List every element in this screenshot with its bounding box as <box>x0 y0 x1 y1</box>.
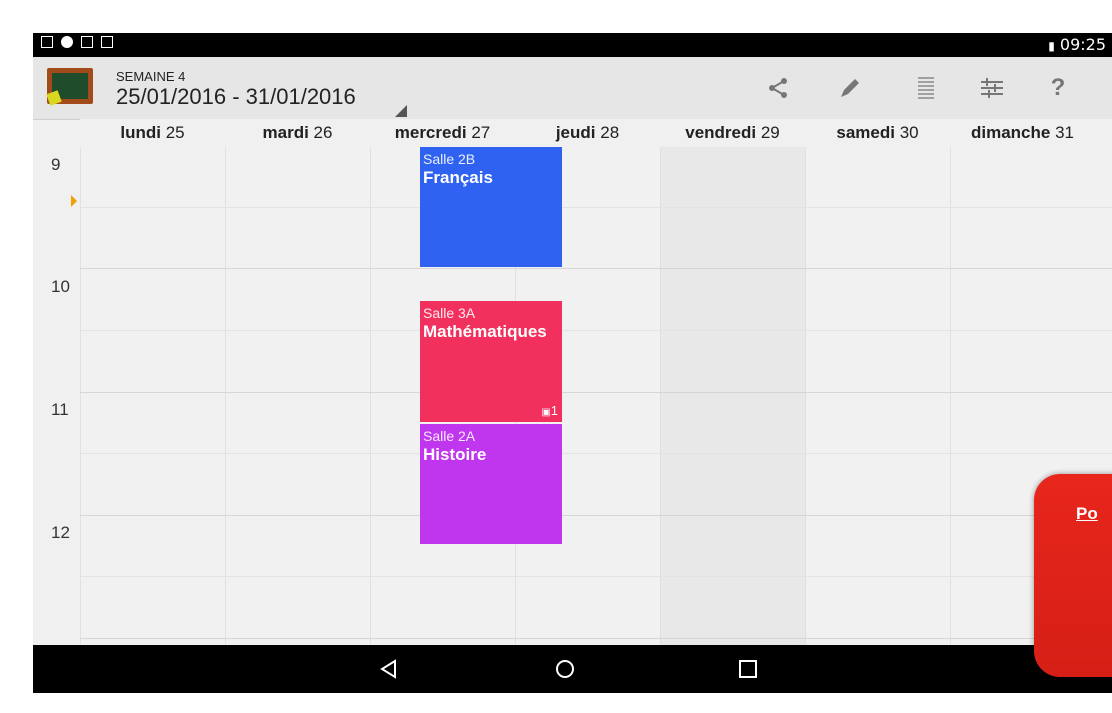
event-francais[interactable]: Salle 2B Français <box>420 147 562 267</box>
day-column[interactable] <box>805 147 950 645</box>
promo-link[interactable]: Po <box>1076 504 1098 524</box>
nav-bar <box>33 645 1112 693</box>
share-icon[interactable] <box>763 73 793 103</box>
dropdown-triangle-icon[interactable] <box>395 105 407 117</box>
toolbar: SEMAINE 4 25/01/2016 - 31/01/2016 ? <box>33 57 1112 120</box>
day-column[interactable] <box>80 147 225 645</box>
half-hour-line <box>80 576 1112 577</box>
event-histoire[interactable]: Salle 2A Histoire <box>420 424 562 544</box>
half-hour-line <box>80 453 1112 454</box>
list-icon[interactable] <box>911 73 941 103</box>
day-header-row: lundi 25 mardi 26 mercredi 27 jeudi 28 v… <box>80 119 1112 147</box>
note-count-badge: ▣1 <box>541 403 558 418</box>
chalkboard-logo-icon[interactable] <box>45 66 95 108</box>
half-hour-line <box>80 207 1112 208</box>
day-column[interactable] <box>660 147 805 645</box>
hour-label: 10 <box>51 277 70 296</box>
pencil-icon[interactable] <box>835 73 865 103</box>
week-label: SEMAINE 4 <box>116 69 186 84</box>
event-subject: Histoire <box>423 445 487 464</box>
status-time: 09:25 <box>1059 35 1106 54</box>
sliders-icon[interactable] <box>977 73 1007 103</box>
hour-line <box>80 268 1112 269</box>
promo-popup[interactable]: Po <box>1034 474 1112 677</box>
event-room: Salle 2A <box>423 428 476 444</box>
day-header-sunday[interactable]: dimanche 31 <box>950 119 1095 147</box>
event-room: Salle 2B <box>423 151 476 167</box>
alert-icon <box>61 36 73 48</box>
half-hour-line <box>80 330 1112 331</box>
hour-line <box>80 392 1112 393</box>
image-icon <box>41 36 53 48</box>
help-icon[interactable]: ? <box>1043 73 1073 103</box>
status-bar: ▮ 09:25 <box>33 33 1112 57</box>
home-icon[interactable] <box>553 657 577 681</box>
day-header-thursday[interactable]: jeudi 28 <box>515 119 660 147</box>
day-header-wednesday[interactable]: mercredi 27 <box>370 119 515 147</box>
day-header-tuesday[interactable]: mardi 26 <box>225 119 370 147</box>
hour-line <box>80 515 1112 516</box>
week-grid[interactable]: Salle 2B Français Salle 3A Mathématiques… <box>80 147 1112 645</box>
event-mathematiques[interactable]: Salle 3A Mathématiques ▣1 <box>420 301 562 422</box>
recents-icon[interactable] <box>736 657 760 681</box>
back-icon[interactable] <box>377 657 401 681</box>
day-column[interactable] <box>225 147 370 645</box>
hour-label: 11 <box>51 400 69 419</box>
event-room: Salle 3A <box>423 305 476 321</box>
note-icon: ▣ <box>541 407 551 418</box>
hour-label: 12 <box>51 523 70 542</box>
current-time-indicator <box>71 195 77 207</box>
day-header-monday[interactable]: lundi 25 <box>80 119 225 147</box>
download-icon <box>81 36 93 48</box>
hour-label: 9 <box>51 155 61 174</box>
day-header-saturday[interactable]: samedi 30 <box>805 119 950 147</box>
battery-icon: ▮ <box>1048 39 1055 53</box>
device-screen: ▮ 09:25 SEMAINE 4 25/01/2016 - 31/01/201… <box>33 33 1112 693</box>
hour-line <box>80 638 1112 639</box>
clipboard-icon <box>101 36 113 48</box>
day-header-friday[interactable]: vendredi 29 <box>660 119 805 147</box>
event-subject: Français <box>423 168 493 187</box>
event-subject: Mathématiques <box>423 322 547 341</box>
date-range[interactable]: 25/01/2016 - 31/01/2016 <box>116 84 356 110</box>
